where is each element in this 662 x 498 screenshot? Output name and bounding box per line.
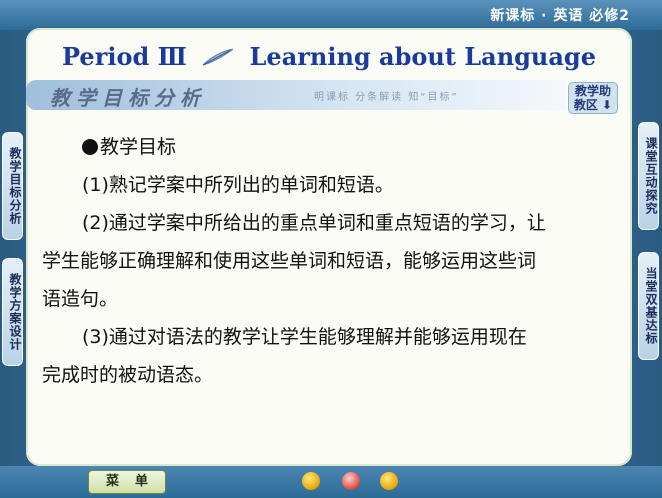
tab-teaching-objectives[interactable]: 教学目标分析 (2, 132, 23, 240)
section-hint: 明课标 分条解读 知“目标” (314, 92, 459, 103)
section-bar: 教学目标分析 明课标 分条解读 知“目标” (26, 80, 566, 110)
feather-icon (202, 48, 234, 66)
objective-2-line-1: (2)通过学案中所给出的重点单词和重点短语的学习，让 (82, 212, 546, 234)
help-label-1: 教学助 (574, 84, 611, 98)
objective-3-line-2: 完成时的被动语态。 (42, 364, 214, 386)
course-label: 新课标 · 英语 必修2 (490, 8, 630, 24)
tab-classroom-inquiry[interactable]: 课堂互动探究 (638, 122, 659, 230)
section-title: 教学目标分析 (50, 86, 206, 110)
home-icon[interactable] (342, 472, 360, 490)
tab-teaching-plan[interactable]: 教学方案设计 (2, 258, 23, 366)
objective-2-line-3: 语造句。 (42, 288, 119, 310)
page-title: Period Ⅲ Learning about Language (26, 42, 632, 71)
objective-2-line-2: 学生能够正确理解和使用这些单词和短语，能够运用这些词 (42, 250, 537, 272)
objective-1: (1)熟记学案中所列出的单词和短语。 (82, 174, 394, 196)
tab-basic-skills[interactable]: 当堂双基达标 (638, 252, 659, 360)
objectives-heading-text: 教学目标 (100, 136, 177, 158)
title-topic: Learning about Language (249, 42, 596, 71)
top-bar: 新课标 · 英语 必修2 (0, 0, 662, 30)
objectives-heading: 教学目标 (82, 128, 660, 166)
teaching-help-button[interactable]: 教学助 教区 ⬇ (568, 82, 618, 114)
next-icon[interactable] (380, 472, 398, 490)
title-period: Period Ⅲ (62, 42, 187, 71)
help-label-2: 教区 ⬇ (573, 98, 613, 112)
bullet-icon (82, 139, 98, 155)
content-panel: Period Ⅲ Learning about Language 教学目标分析 … (26, 28, 632, 466)
objectives-content: 教学目标 (1)熟记学案中所列出的单词和短语。 (2)通过学案中所给出的重点单词… (42, 128, 620, 394)
menu-button[interactable]: 菜单 (88, 470, 166, 494)
prev-icon[interactable] (302, 472, 320, 490)
objective-3-line-1: (3)通过对语法的教学让学生能够理解并能够运用现在 (82, 326, 527, 348)
